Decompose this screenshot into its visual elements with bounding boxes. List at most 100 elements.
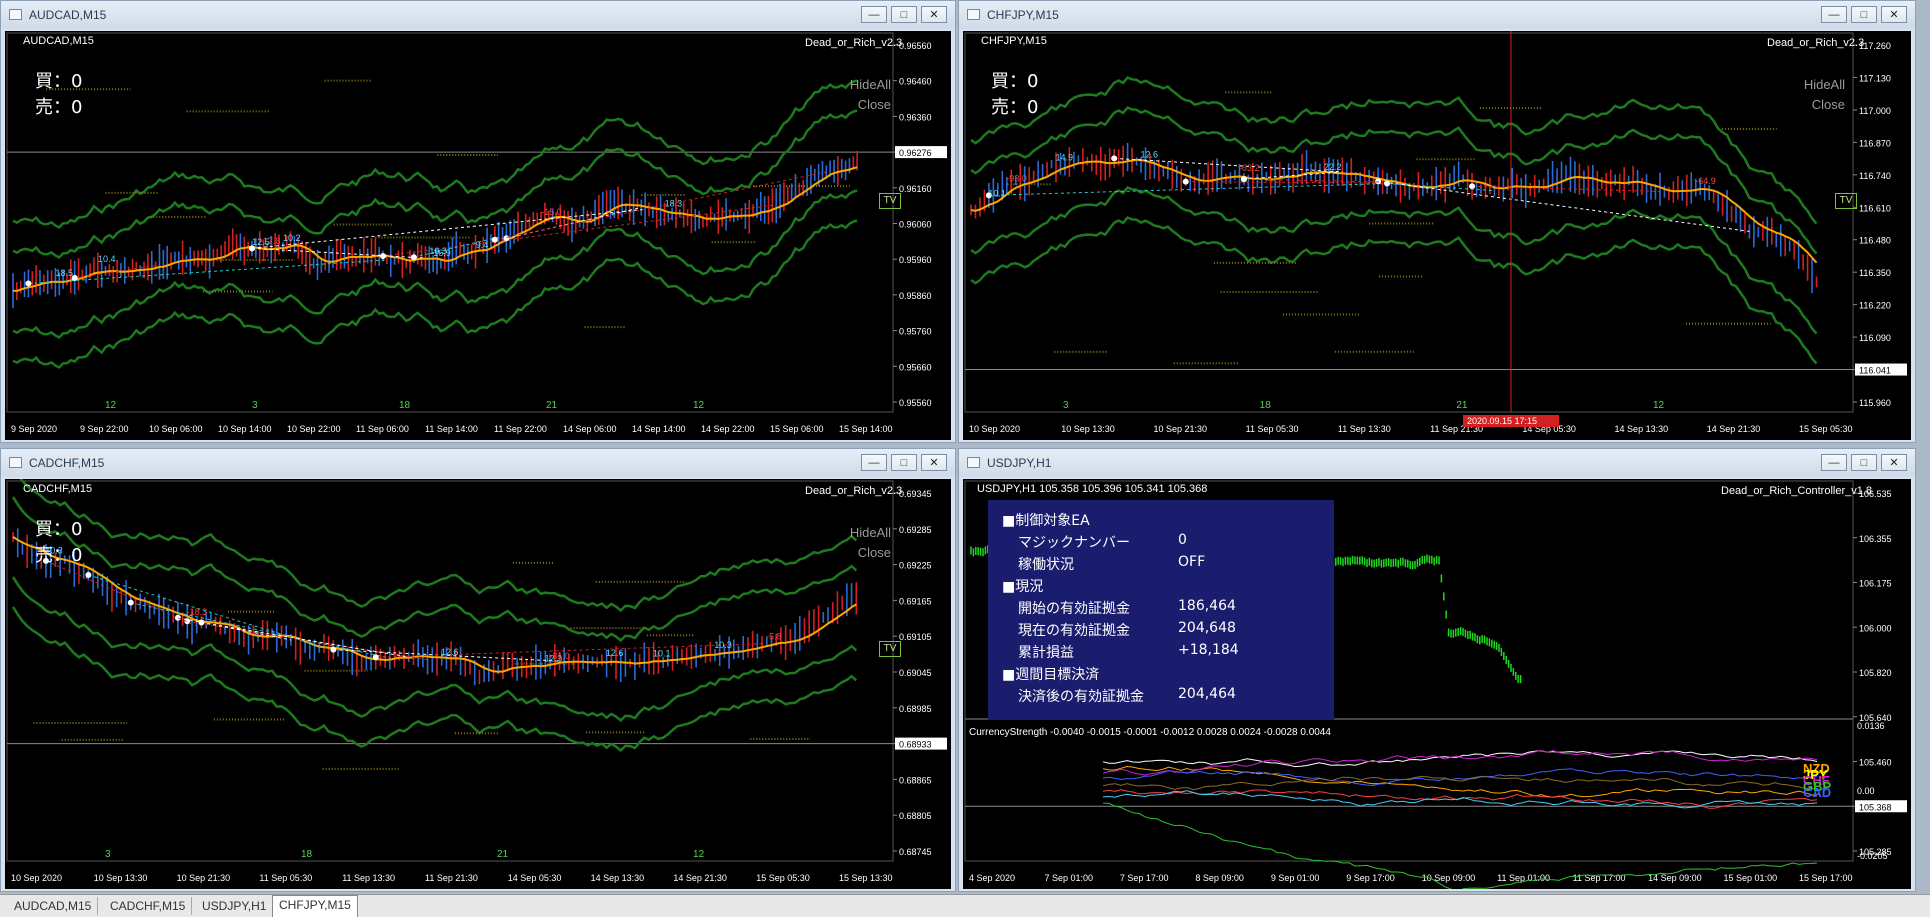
maximize-button[interactable]: □ <box>891 454 917 471</box>
maximize-button[interactable]: □ <box>1851 6 1877 23</box>
date-tick-label: 15 Sep 05:30 <box>1799 424 1853 434</box>
window-titlebar[interactable]: USDJPY,H1 — □ ✕ <box>959 449 1915 477</box>
tab-chfjpy[interactable]: CHFJPY,M15 <box>272 895 358 917</box>
date-tick-label: 14 Sep 13:30 <box>1615 424 1669 434</box>
tab-cadchf[interactable]: CADCHF,M15 <box>104 897 193 915</box>
minimize-button[interactable]: — <box>861 454 887 471</box>
price-tick-label: 106.355 <box>1859 534 1892 544</box>
window-title: AUDCAD,M15 <box>29 8 107 22</box>
date-tick-label: 11 Sep 22:00 <box>494 424 547 434</box>
trade-marker <box>127 599 134 606</box>
date-tick-label: 15 Sep 17:00 <box>1799 873 1853 883</box>
chart-symbol-label: CADCHF,M15 <box>23 483 93 495</box>
trade-pl-label: 12.6 <box>1141 149 1159 159</box>
date-tick-label: 11 Sep 05:30 <box>259 873 312 883</box>
currency-strength-line <box>1102 768 1818 787</box>
chart-symbol-label: AUDCAD,M15 <box>23 35 94 47</box>
tab-audcad[interactable]: AUDCAD,M15 <box>8 897 99 915</box>
tv-button[interactable]: TV <box>879 641 901 657</box>
chart-canvas[interactable]: 0.965600.964600.963600.962760.962760.961… <box>5 31 951 440</box>
date-tick-label: 11 Sep 21:30 <box>425 873 478 883</box>
hideall-button[interactable]: HideAll <box>835 77 891 92</box>
session-hour-label: 21 <box>1456 400 1468 411</box>
after-settle-label: 決済後の有効証拠金 <box>1018 689 1144 705</box>
ea-name-label: Dead_or_Rich_v2.3 <box>805 485 903 497</box>
magic-number-value: 0 <box>1178 532 1187 548</box>
session-hour-label: 12 <box>105 400 117 411</box>
close-button[interactable]: ✕ <box>921 454 947 471</box>
trade-marker <box>1375 178 1382 185</box>
price-chart[interactable]: 0.965600.964600.963600.962760.962760.961… <box>5 31 951 440</box>
price-tick-label: 0.95860 <box>899 291 932 301</box>
hideall-button[interactable]: HideAll <box>1789 77 1845 92</box>
tab-usdjpy[interactable]: USDJPY,H1 <box>196 897 274 915</box>
indicator-label: CurrencyStrength -0.0040 -0.0015 -0.0001… <box>969 727 1331 738</box>
tv-button[interactable]: TV <box>1835 193 1857 209</box>
current-price-label: 116.041 <box>1859 366 1891 376</box>
session-hour-label: 12 <box>693 400 705 411</box>
date-tick-label: 8 Sep 09:00 <box>1195 873 1244 883</box>
window-titlebar[interactable]: AUDCAD,M15 — □ ✕ <box>1 1 955 29</box>
date-tick-label: 11 Sep 06:00 <box>356 424 409 434</box>
window-titlebar[interactable]: CHFJPY,M15 — □ ✕ <box>959 1 1915 29</box>
trade-pl-label: -5.8 <box>766 632 782 642</box>
trade-pl-label: 9.4 <box>476 240 489 250</box>
price-tick-label: 106.000 <box>1859 623 1892 633</box>
date-tick-label: 10 Sep 21:30 <box>1153 424 1207 434</box>
maximize-button[interactable]: □ <box>891 6 917 23</box>
trade-marker <box>1111 155 1118 162</box>
current-price-label: 105.368 <box>1859 802 1892 812</box>
minimize-button[interactable]: — <box>861 6 887 23</box>
hideall-button[interactable]: HideAll <box>835 525 891 540</box>
price-tick-label: 0.69345 <box>899 489 932 499</box>
signal-line <box>251 247 426 259</box>
date-tick-label: 10 Sep 21:30 <box>177 873 231 883</box>
price-tick-label: 0.68985 <box>899 704 932 714</box>
price-tick-label: 117.130 <box>1859 73 1891 83</box>
price-chart[interactable]: 117.260 117.130 117.000 116.870 116.740 116.6… <box>963 31 1911 440</box>
close-button[interactable]: ✕ <box>921 6 947 23</box>
minimize-button[interactable]: — <box>1821 6 1847 23</box>
date-tick-label: 14 Sep 05:30 <box>508 873 562 883</box>
ea-name-label: Dead_or_Rich_v2.3 <box>1767 37 1865 49</box>
close-label-button[interactable]: Close <box>835 545 891 560</box>
window-title: CADCHF,M15 <box>29 456 105 470</box>
bollinger-band <box>970 186 1818 335</box>
chart-canvas[interactable]: 117.260117.130117.000116.870116.740116.6… <box>963 31 1911 440</box>
chart-window-icon <box>967 457 980 468</box>
chart-canvas[interactable]: 0.69345 0.69285 0.69225 0.69165 0.69105 0.690… <box>5 479 951 889</box>
close-button[interactable]: ✕ <box>1881 6 1907 23</box>
trade-marker <box>1182 178 1189 185</box>
date-tick-label: 15 Sep 14:00 <box>839 424 893 434</box>
window-titlebar[interactable]: CADCHF,M15 — □ ✕ <box>1 449 955 477</box>
trade-pl-label: 18.5 <box>56 268 74 278</box>
price-tick-label: 0.95660 <box>899 362 932 372</box>
maximize-button[interactable]: □ <box>1851 454 1877 471</box>
close-label-button[interactable]: Close <box>1789 97 1845 112</box>
time-cursor-label: 2020.09.15 17:15 <box>1467 416 1537 426</box>
trade-pl-label: -18.3 <box>187 607 208 617</box>
ea-name-label: Dead_or_Rich_v2.3 <box>805 37 903 49</box>
price-tick-label: 0.68805 <box>899 811 932 821</box>
tv-button[interactable]: TV <box>879 193 901 209</box>
trade-marker <box>1469 183 1476 190</box>
date-tick-label: 7 Sep 17:00 <box>1120 873 1169 883</box>
total-pl-label: 累計損益 <box>1018 645 1074 661</box>
date-tick-label: 4 Sep 2020 <box>969 873 1015 883</box>
trade-pl-label: 10.1 <box>653 649 671 659</box>
ea-name-label: Dead_or_Rich_Controller_v1.8 <box>1721 485 1873 497</box>
bollinger-band <box>970 216 1818 365</box>
price-tick-label: 0.95960 <box>899 255 932 265</box>
price-chart[interactable]: 0.69345 0.69285 0.69225 0.69165 0.69105 0.690… <box>5 479 951 889</box>
minimize-button[interactable]: — <box>1821 454 1847 471</box>
sell-count: 売：0 <box>991 97 1039 118</box>
chart-symbol-label: USDJPY,H1 105.358 105.396 105.341 105.36… <box>977 483 1207 495</box>
currency-legend-label: CAD <box>1803 785 1831 800</box>
close-label-button[interactable]: Close <box>835 97 891 112</box>
trade-marker <box>1240 176 1247 183</box>
date-tick-label: 15 Sep 06:00 <box>770 424 824 434</box>
current-price-label: 0.68933 <box>899 740 932 750</box>
date-tick-label: 10 Sep 2020 <box>969 424 1020 434</box>
signal-line <box>988 183 1388 196</box>
close-button[interactable]: ✕ <box>1881 454 1907 471</box>
